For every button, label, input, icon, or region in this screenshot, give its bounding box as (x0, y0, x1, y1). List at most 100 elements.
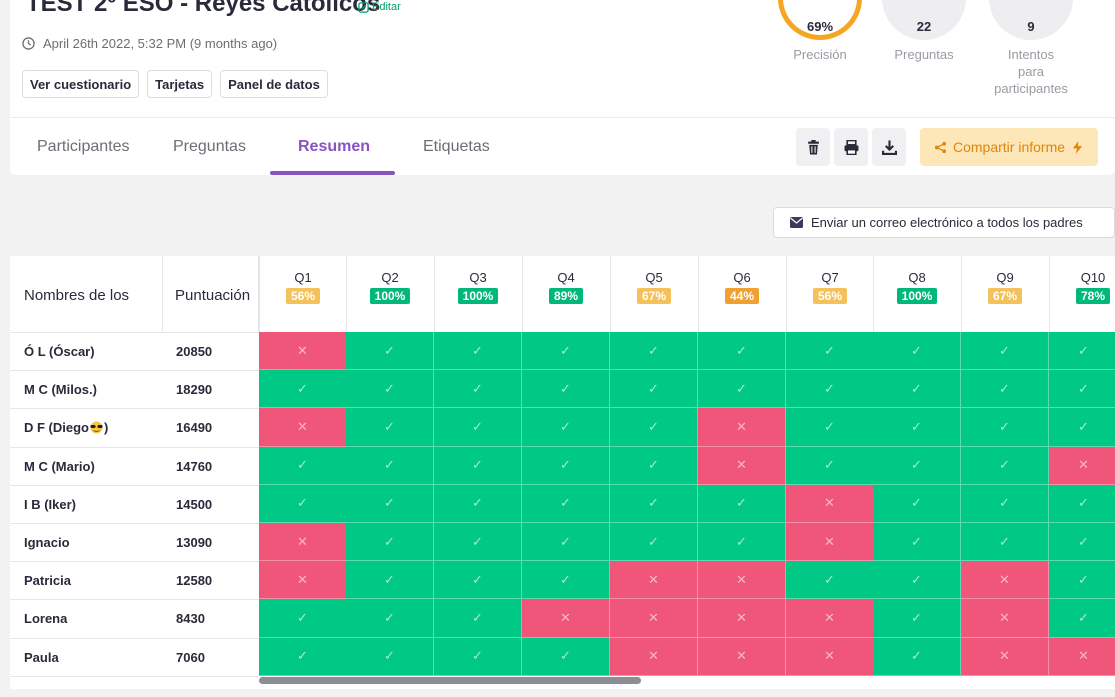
question-header-7[interactable]: Q7 56% (786, 270, 874, 305)
delete-button[interactable] (796, 128, 830, 166)
answer-incorrect-cell[interactable]: ✕ (610, 561, 698, 600)
answer-correct-cell[interactable]: ✓ (434, 561, 522, 600)
answer-incorrect-cell[interactable]: ✕ (698, 599, 786, 638)
answer-correct-cell[interactable]: ✓ (259, 599, 347, 638)
tab-summary[interactable]: Resumen (298, 138, 370, 156)
participant-name[interactable]: Ó L (Óscar) (24, 344, 95, 359)
answer-correct-cell[interactable]: ✓ (1049, 332, 1115, 371)
answer-correct-cell[interactable]: ✓ (434, 446, 522, 485)
answer-correct-cell[interactable]: ✓ (1049, 370, 1115, 409)
data-panel-button[interactable]: Panel de datos (220, 70, 328, 98)
question-header-4[interactable]: Q4 89% (522, 270, 610, 305)
answer-correct-cell[interactable]: ✓ (259, 637, 347, 676)
answer-correct-cell[interactable]: ✓ (610, 484, 698, 523)
answer-correct-cell[interactable]: ✓ (346, 408, 434, 447)
question-header-9[interactable]: Q9 67% (961, 270, 1049, 305)
answer-correct-cell[interactable]: ✓ (786, 561, 874, 600)
question-header-6[interactable]: Q6 44% (698, 270, 786, 305)
horizontal-scrollbar[interactable] (259, 677, 641, 684)
answer-incorrect-cell[interactable]: ✕ (1049, 637, 1115, 676)
answer-incorrect-cell[interactable]: ✕ (259, 408, 347, 447)
question-header-5[interactable]: Q5 67% (610, 270, 698, 305)
answer-incorrect-cell[interactable]: ✕ (259, 332, 347, 371)
answer-correct-cell[interactable]: ✓ (434, 599, 522, 638)
answer-incorrect-cell[interactable]: ✕ (1049, 446, 1115, 485)
answer-incorrect-cell[interactable]: ✕ (259, 523, 347, 562)
answer-correct-cell[interactable]: ✓ (522, 408, 610, 447)
answer-correct-cell[interactable]: ✓ (434, 408, 522, 447)
tab-tags[interactable]: Etiquetas (423, 138, 490, 156)
tab-questions[interactable]: Preguntas (173, 138, 246, 156)
answer-correct-cell[interactable]: ✓ (610, 523, 698, 562)
answer-correct-cell[interactable]: ✓ (1049, 561, 1115, 600)
answer-correct-cell[interactable]: ✓ (434, 523, 522, 562)
answer-correct-cell[interactable]: ✓ (522, 332, 610, 371)
answer-correct-cell[interactable]: ✓ (786, 332, 874, 371)
answer-incorrect-cell[interactable]: ✕ (698, 408, 786, 447)
view-quiz-button[interactable]: Ver cuestionario (22, 70, 140, 98)
answer-incorrect-cell[interactable]: ✕ (961, 599, 1049, 638)
answer-incorrect-cell[interactable]: ✕ (786, 637, 874, 676)
question-header-3[interactable]: Q3 100% (434, 270, 522, 305)
answer-correct-cell[interactable]: ✓ (873, 408, 961, 447)
answer-incorrect-cell[interactable]: ✕ (522, 599, 610, 638)
answer-correct-cell[interactable]: ✓ (522, 446, 610, 485)
answer-correct-cell[interactable]: ✓ (522, 561, 610, 600)
answer-correct-cell[interactable]: ✓ (961, 484, 1049, 523)
participant-name[interactable]: I B (Iker) (24, 497, 76, 512)
answer-correct-cell[interactable]: ✓ (610, 332, 698, 371)
answer-incorrect-cell[interactable]: ✕ (961, 561, 1049, 600)
answer-correct-cell[interactable]: ✓ (522, 484, 610, 523)
answer-correct-cell[interactable]: ✓ (610, 408, 698, 447)
answer-correct-cell[interactable]: ✓ (434, 332, 522, 371)
answer-correct-cell[interactable]: ✓ (961, 370, 1049, 409)
answer-correct-cell[interactable]: ✓ (610, 446, 698, 485)
participant-name[interactable]: D F (Diego) (24, 420, 108, 435)
answer-correct-cell[interactable]: ✓ (522, 637, 610, 676)
answer-correct-cell[interactable]: ✓ (698, 523, 786, 562)
answer-incorrect-cell[interactable]: ✕ (698, 561, 786, 600)
answer-incorrect-cell[interactable]: ✕ (961, 637, 1049, 676)
question-header-8[interactable]: Q8 100% (873, 270, 961, 305)
answer-incorrect-cell[interactable]: ✕ (698, 446, 786, 485)
answer-correct-cell[interactable]: ✓ (610, 370, 698, 409)
answer-incorrect-cell[interactable]: ✕ (786, 484, 874, 523)
answer-correct-cell[interactable]: ✓ (346, 561, 434, 600)
answer-incorrect-cell[interactable]: ✕ (610, 637, 698, 676)
answer-correct-cell[interactable]: ✓ (1049, 408, 1115, 447)
answer-correct-cell[interactable]: ✓ (346, 637, 434, 676)
participant-name[interactable]: Ignacio (24, 535, 70, 550)
answer-correct-cell[interactable]: ✓ (873, 561, 961, 600)
answer-correct-cell[interactable]: ✓ (346, 599, 434, 638)
answer-incorrect-cell[interactable]: ✕ (786, 599, 874, 638)
answer-correct-cell[interactable]: ✓ (786, 370, 874, 409)
answer-correct-cell[interactable]: ✓ (434, 637, 522, 676)
answer-correct-cell[interactable]: ✓ (346, 446, 434, 485)
answer-correct-cell[interactable]: ✓ (259, 446, 347, 485)
question-header-10[interactable]: Q10 78% (1049, 270, 1115, 305)
answer-incorrect-cell[interactable]: ✕ (698, 637, 786, 676)
answer-correct-cell[interactable]: ✓ (259, 484, 347, 523)
answer-correct-cell[interactable]: ✓ (698, 332, 786, 371)
answer-correct-cell[interactable]: ✓ (786, 408, 874, 447)
answer-correct-cell[interactable]: ✓ (873, 599, 961, 638)
answer-correct-cell[interactable]: ✓ (698, 484, 786, 523)
answer-correct-cell[interactable]: ✓ (346, 523, 434, 562)
participant-name[interactable]: Lorena (24, 611, 67, 626)
answer-correct-cell[interactable]: ✓ (873, 332, 961, 371)
answer-correct-cell[interactable]: ✓ (522, 370, 610, 409)
question-header-2[interactable]: Q2 100% (346, 270, 434, 305)
participant-name[interactable]: Patricia (24, 573, 71, 588)
answer-correct-cell[interactable]: ✓ (961, 408, 1049, 447)
answer-correct-cell[interactable]: ✓ (961, 523, 1049, 562)
answer-correct-cell[interactable]: ✓ (698, 370, 786, 409)
tab-participants[interactable]: Participantes (37, 138, 130, 156)
email-all-parents-button[interactable]: Enviar un correo electrónico a todos los… (773, 207, 1115, 238)
answer-correct-cell[interactable]: ✓ (873, 637, 961, 676)
answer-correct-cell[interactable]: ✓ (434, 370, 522, 409)
answer-incorrect-cell[interactable]: ✕ (610, 599, 698, 638)
flashcards-button[interactable]: Tarjetas (147, 70, 213, 98)
participant-name[interactable]: M C (Milos.) (24, 382, 97, 397)
answer-incorrect-cell[interactable]: ✕ (259, 561, 347, 600)
download-button[interactable] (872, 128, 906, 166)
